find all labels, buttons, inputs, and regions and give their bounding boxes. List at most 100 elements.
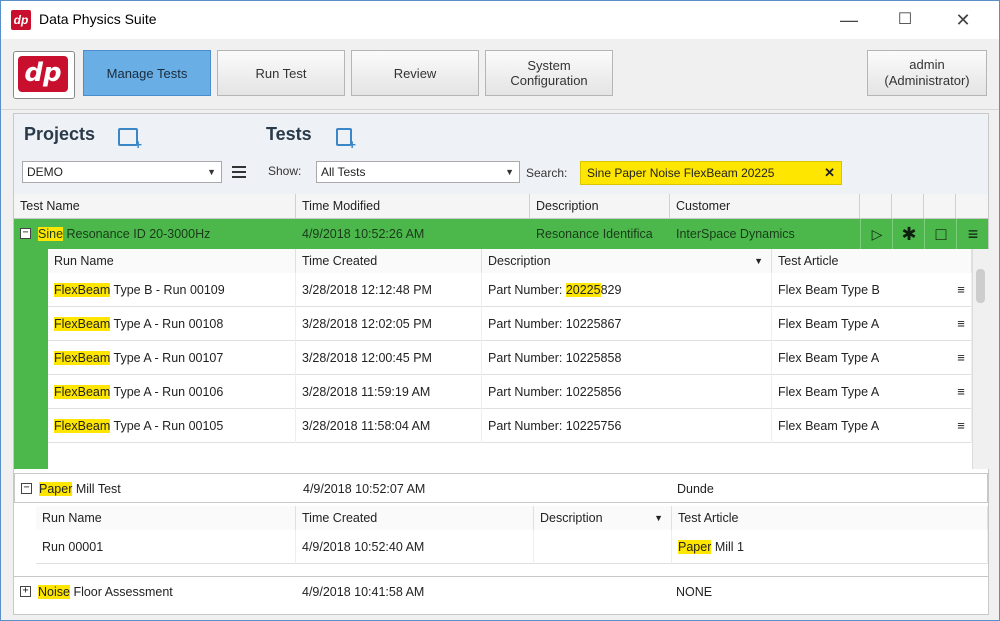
run-time: 4/9/2018 10:52:40 AM	[296, 530, 534, 564]
show-label: Show:	[268, 164, 302, 178]
row-menu-icon[interactable]: ≡	[950, 341, 972, 375]
search-input[interactable]: Sine Paper Noise FlexBeam 20225 ✕	[580, 161, 842, 185]
show-filter-value: All Tests	[321, 165, 366, 179]
clear-search-icon[interactable]: ✕	[824, 162, 835, 184]
run-description: Part Number: 20225829	[482, 273, 772, 307]
test-customer: Dunde	[677, 482, 714, 496]
col-time-created[interactable]: Time Created	[296, 249, 482, 273]
test-time-modified: 4/9/2018 10:52:26 AM	[302, 227, 425, 241]
test-name: Paper Mill Test	[39, 482, 121, 496]
project-select[interactable]: DEMO ▼	[22, 161, 222, 183]
selected-row-indicator	[14, 249, 48, 469]
minimize-button[interactable]: —	[827, 5, 871, 35]
projects-title: Projects	[24, 124, 96, 144]
run-test-article: Flex Beam Type A	[772, 307, 972, 341]
row-menu-icon[interactable]: ≡	[950, 307, 972, 341]
col-run-name[interactable]: Run Name	[36, 506, 296, 530]
test-customer: NONE	[676, 585, 713, 599]
col-run-name[interactable]: Run Name	[48, 249, 296, 273]
project-select-value: DEMO	[27, 165, 63, 179]
row-menu-icon[interactable]: ≡	[950, 409, 972, 443]
test-description	[530, 577, 670, 607]
run-name: FlexBeam Type B - Run 00109	[48, 273, 296, 307]
test-description: Resonance Identifica	[536, 227, 653, 241]
system-configuration-button[interactable]: System Configuration	[485, 50, 613, 96]
run-row[interactable]: FlexBeam Type B - Run 00109 3/28/2018 12…	[48, 273, 972, 307]
col-action-1	[860, 194, 892, 218]
user-name: admin	[909, 57, 945, 72]
add-test-icon[interactable]	[336, 128, 356, 152]
col-test-article[interactable]: Test Article	[772, 249, 972, 273]
col-description[interactable]: Description	[530, 194, 670, 218]
maximize-button[interactable]: ☐	[883, 5, 927, 35]
expand-icon[interactable]: +	[20, 586, 31, 597]
manage-tests-button[interactable]: Manage Tests	[83, 50, 211, 96]
menu-icon[interactable]: ≡	[956, 219, 989, 249]
col-customer[interactable]: Customer	[670, 194, 860, 218]
run-name: FlexBeam Type A - Run 00108	[48, 307, 296, 341]
scrollbar-thumb[interactable]	[976, 269, 985, 303]
row-menu-icon[interactable]: ≡	[950, 273, 972, 307]
runs-header: Run Name Time Created Description ▼ Test…	[48, 249, 988, 274]
test-time-modified: 4/9/2018 10:52:07 AM	[303, 482, 426, 496]
run-row[interactable]: FlexBeam Type A - Run 00106 3/28/2018 11…	[48, 375, 972, 409]
row-menu-icon[interactable]: ≡	[950, 375, 972, 409]
test-row-paper-mill[interactable]: − Paper Mill Test 4/9/2018 10:52:07 AM D…	[14, 473, 988, 503]
run-row[interactable]: FlexBeam Type A - Run 00105 3/28/2018 11…	[48, 409, 972, 443]
col-test-article[interactable]: Test Article	[672, 506, 988, 530]
chevron-down-icon: ▼	[505, 167, 514, 177]
window-title: Data Physics Suite	[39, 11, 157, 27]
col-action-3	[924, 194, 956, 218]
chevron-down-icon: ▼	[754, 256, 763, 266]
test-name: Noise Floor Assessment	[38, 585, 173, 599]
run-row[interactable]: FlexBeam Type A - Run 00107 3/28/2018 12…	[48, 341, 972, 375]
run-name: Run 00001	[36, 530, 296, 564]
user-role: (Administrator)	[884, 73, 970, 88]
run-time: 3/28/2018 12:02:05 PM	[296, 307, 482, 341]
run-row[interactable]: Run 00001 4/9/2018 10:52:40 AM Paper Mil…	[36, 530, 988, 564]
close-button[interactable]: ✕	[941, 5, 985, 35]
col-time-modified[interactable]: Time Modified	[296, 194, 530, 218]
run-row[interactable]: FlexBeam Type A - Run 00108 3/28/2018 12…	[48, 307, 972, 341]
test-time-modified: 4/9/2018 10:41:58 AM	[302, 585, 425, 599]
test-row-noise-floor[interactable]: + Noise Floor Assessment 4/9/2018 10:41:…	[14, 576, 988, 606]
run-time: 3/28/2018 12:00:45 PM	[296, 341, 482, 375]
chevron-down-icon: ▼	[654, 513, 663, 523]
app-window: dp Data Physics Suite — ☐ ✕ dp Manage Te…	[0, 0, 1000, 621]
col-test-name[interactable]: Test Name	[14, 194, 296, 218]
test-row-sine[interactable]: − Sine Resonance ID 20-3000Hz 4/9/2018 1…	[14, 219, 988, 249]
home-logo-button[interactable]: dp	[13, 51, 75, 99]
paper-runs-grid: Run Name Time Created Description ▼ Test…	[36, 506, 988, 566]
tests-grid-header: Test Name Time Modified Description Cust…	[14, 194, 988, 219]
run-time: 3/28/2018 12:12:48 PM	[296, 273, 482, 307]
show-filter-select[interactable]: All Tests ▼	[316, 161, 520, 183]
project-menu-icon[interactable]	[232, 166, 246, 178]
run-test-button[interactable]: Run Test	[217, 50, 345, 96]
run-description: Part Number: 10225858	[482, 341, 772, 375]
add-project-icon[interactable]	[118, 128, 142, 152]
run-description: Part Number: 10225856	[482, 375, 772, 409]
collapse-icon[interactable]: −	[20, 228, 31, 239]
folder-icon[interactable]: □	[924, 219, 957, 249]
collapse-icon[interactable]: −	[21, 483, 32, 494]
run-test-article: Flex Beam Type B	[772, 273, 972, 307]
runs-scrollbar[interactable]	[972, 249, 989, 469]
chevron-down-icon: ▼	[207, 167, 216, 177]
run-time: 3/28/2018 11:59:19 AM	[296, 375, 482, 409]
test-name: Sine Resonance ID 20-3000Hz	[38, 227, 211, 241]
user-account-button[interactable]: admin (Administrator)	[867, 50, 987, 96]
run-name: FlexBeam Type A - Run 00107	[48, 341, 296, 375]
filter-bar: Projects DEMO ▼ Tests Show: All Tests ▼ …	[14, 114, 988, 195]
col-run-description[interactable]: Description ▼	[534, 506, 672, 530]
system-config-label-line2: Configuration	[510, 73, 588, 88]
play-icon[interactable]: ▷	[860, 219, 893, 249]
run-test-article: Flex Beam Type A	[772, 409, 972, 443]
col-time-created[interactable]: Time Created	[296, 506, 534, 530]
gear-icon[interactable]: ✱	[892, 219, 925, 249]
run-test-article: Flex Beam Type A	[772, 341, 972, 375]
col-action-2	[892, 194, 924, 218]
test-customer: InterSpace Dynamics	[676, 227, 795, 241]
run-time: 3/28/2018 11:58:04 AM	[296, 409, 482, 443]
review-button[interactable]: Review	[351, 50, 479, 96]
col-run-description[interactable]: Description ▼	[482, 249, 772, 273]
